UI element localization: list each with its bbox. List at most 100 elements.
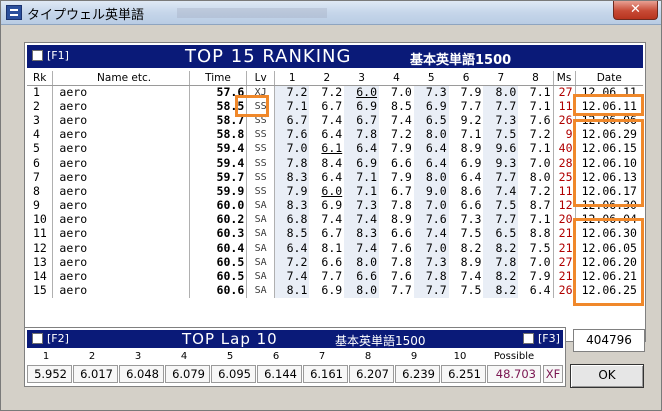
lap-8-cell: 7.2: [529, 183, 551, 198]
lap-5-cell: 9.0: [413, 184, 449, 199]
level-cell: SA: [246, 198, 276, 213]
col-header-lap-3: 3: [344, 71, 379, 86]
lap-3-cell: 8.0: [344, 283, 379, 298]
time-cell: 60.0: [189, 198, 248, 213]
name-cell: aero: [52, 127, 190, 142]
date-cell: 12.06.04: [574, 212, 643, 227]
date-cell: 12.06.30: [574, 198, 643, 213]
time-cell: 58.7: [189, 113, 248, 128]
col-header-date: Date: [574, 71, 643, 86]
miss-cell: 27: [552, 255, 576, 270]
col-header-ms: Ms: [552, 71, 576, 86]
lap-2-cell: 6.6: [321, 254, 343, 269]
rank-cell: 7: [33, 169, 40, 184]
rank-cell: 3: [33, 112, 40, 127]
time-cell: 57.6: [189, 85, 248, 100]
lap-4-cell: 6.7: [391, 183, 412, 198]
lap-3-cell: 8.0: [344, 255, 379, 270]
lap-5-cell: 7.3: [413, 85, 449, 100]
date-cell: 12.06.13: [574, 170, 643, 185]
lap-8-cell: 7.9: [529, 269, 551, 284]
app-icon: [6, 5, 22, 20]
miss-cell: 9: [552, 127, 576, 142]
time-cell: 60.6: [189, 283, 248, 298]
lap-7-cell: 8.2: [483, 269, 519, 284]
miss-cell: 28: [552, 155, 576, 171]
possible-level: XF: [543, 365, 563, 383]
toplap-label: 1: [42, 351, 50, 362]
name-cell: aero: [52, 241, 190, 256]
lap-6-cell: 7.5: [460, 226, 482, 241]
lap-7-cell: 8.2: [483, 283, 519, 298]
lap-7-cell: 7.8: [483, 255, 519, 270]
miss-cell: 26: [552, 113, 576, 128]
lap-2-cell: 6.1: [321, 141, 343, 156]
ranking-checkbox[interactable]: [32, 50, 43, 61]
time-cell: 59.7: [189, 170, 248, 185]
lap-7-cell: 7.5: [483, 127, 519, 142]
time-cell: 59.9: [189, 184, 248, 199]
lap-6-cell: 8.9: [460, 141, 482, 156]
lap-8-cell: 7.2: [529, 127, 551, 142]
rank-cell: 15: [33, 283, 47, 298]
lap-7-cell: 7.7: [483, 99, 519, 114]
lap-1-cell: 8.1: [274, 283, 310, 298]
name-cell: aero: [52, 155, 190, 171]
table-row: 4 aero 58.8 SS 7.6 6.4 7.8 7.2 8.0 7.1 7.5 7.2 9 12.0…: [27, 127, 643, 142]
lap-8-cell: 7.1: [529, 98, 551, 113]
toplap-checkbox-left[interactable]: [32, 333, 43, 344]
time-cell: 58.8: [189, 127, 248, 142]
lap-2-cell: 6.4: [321, 127, 343, 142]
lap-7-cell: 6.5: [483, 226, 519, 242]
lap-3-cell: 6.4: [344, 141, 379, 156]
date-cell: 12.06.06: [574, 113, 643, 128]
toplap-checkbox-right[interactable]: [523, 333, 534, 344]
lap-3-cell: 8.3: [344, 226, 379, 242]
col-header-lap-1: 1: [274, 71, 310, 86]
date-cell: 12.06.15: [574, 141, 643, 156]
toplap-fkey-right: [F3]: [538, 332, 560, 345]
col-header-lap-5: 5: [413, 71, 449, 86]
date-cell: 12.06.10: [574, 155, 643, 171]
lap-3-cell: 6.9: [344, 99, 379, 114]
close-button[interactable]: ✕: [613, 1, 658, 20]
ranking-header: [F1] TOP 15 RANKING 基本英単語1500: [27, 45, 643, 68]
lap-3-cell: 7.4: [344, 241, 379, 256]
toplap-value: 6.095: [211, 365, 256, 383]
name-cell: aero: [52, 212, 190, 227]
rank-cell: 10: [33, 212, 47, 227]
lap-4-cell: 7.9: [391, 141, 412, 156]
name-cell: aero: [52, 113, 190, 128]
toplap-header: [F2] TOP Lap 10 基本英単語1500 [F3]: [27, 330, 563, 348]
lap-4-cell: 6.6: [391, 226, 412, 241]
title-bar[interactable]: タイプウェル英単語 ✕: [1, 1, 661, 25]
ranking-body: 1 aero 57.6 XJ 7.2 7.2 6.0 7.0 7.3 7.9 8.0 7.1 27 12.…: [27, 85, 643, 298]
miss-cell: 11: [552, 99, 576, 114]
rank-cell: 8: [33, 183, 40, 198]
toplap-value: 6.239: [395, 365, 440, 383]
possible-label: Possible: [493, 351, 535, 362]
ok-button[interactable]: OK: [570, 364, 644, 388]
lap-8-cell: 8.8: [529, 226, 551, 241]
lap-6-cell: 6.6: [460, 198, 482, 213]
lap-3-cell: 7.1: [344, 170, 379, 185]
table-row: 12 aero 60.4 SA 6.4 8.1 7.4 7.6 7.0 8.2 8.2 7.5 21 12…: [27, 241, 643, 256]
lap-2-cell: 6.0: [321, 183, 343, 198]
ranking-panel: [F1] TOP 15 RANKING 基本英単語1500 Rk Name et…: [24, 42, 646, 342]
score-display: 404796: [573, 329, 645, 352]
lap-8-cell: 8.7: [529, 198, 551, 213]
lap-8-cell: 7.1: [529, 212, 551, 227]
toplap-value: 6.048: [119, 365, 164, 383]
toplap-label: 4: [180, 351, 188, 362]
lap-8-cell: 7.6: [529, 112, 551, 127]
toplap-label: 2: [88, 351, 96, 362]
lap-8-cell: 7.0: [529, 254, 551, 269]
lap-1-cell: 6.8: [274, 212, 310, 227]
lap-1-cell: 8.3: [274, 198, 310, 213]
miss-cell: 40: [552, 141, 576, 156]
date-cell: 12.06.05: [574, 241, 643, 256]
date-cell: 12.06.29: [574, 127, 643, 142]
level-cell: SA: [246, 269, 276, 284]
lap-2-cell: 7.4: [321, 112, 343, 127]
toplap-value: 6.079: [165, 365, 210, 383]
